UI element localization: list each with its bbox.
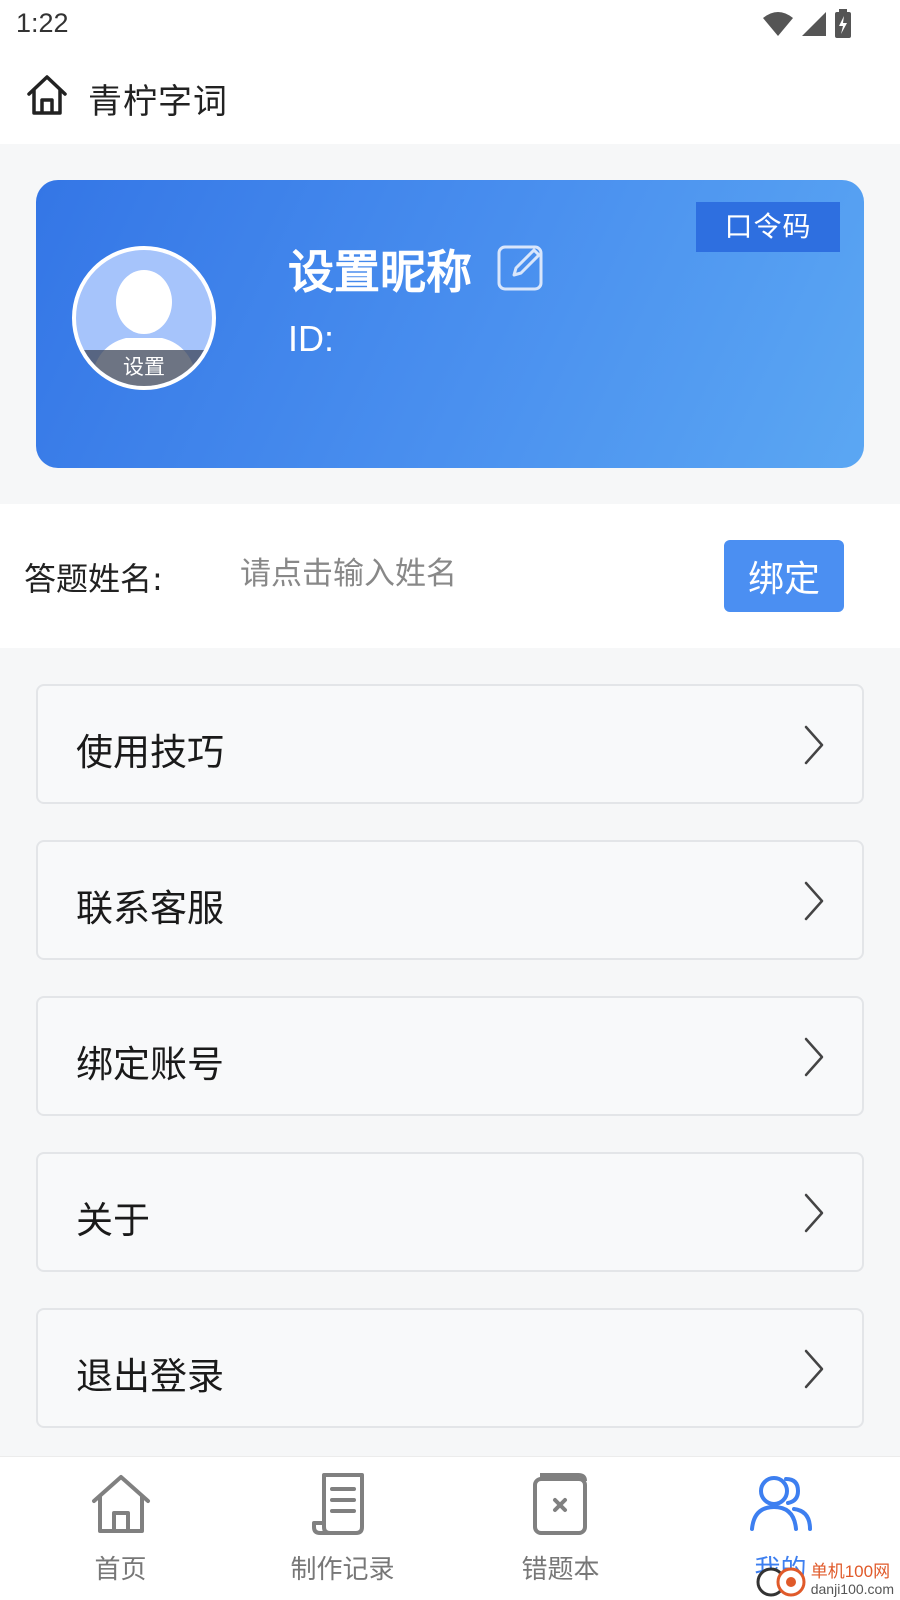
nav-label: 制作记录 bbox=[290, 1555, 395, 1585]
code-button[interactable]: 口令码 bbox=[696, 202, 840, 252]
avatar[interactable]: 设置 bbox=[72, 246, 216, 390]
user-id: ID: bbox=[288, 318, 335, 359]
home-icon[interactable] bbox=[24, 72, 70, 118]
profile-section: 设置 设置昵称 ID: 口令码 bbox=[0, 144, 900, 504]
bind-name-label: 答题姓名: bbox=[24, 560, 163, 598]
notebook-icon bbox=[533, 1473, 587, 1535]
nav-item-home[interactable]: 首页 bbox=[8, 1457, 233, 1600]
app-header: 青柠字词 bbox=[0, 50, 900, 144]
home-icon bbox=[92, 1475, 150, 1533]
menu-item-label: 使用技巧 bbox=[76, 731, 224, 774]
avatar-label: 设置 bbox=[76, 350, 212, 386]
edit-icon[interactable] bbox=[496, 242, 546, 292]
menu-item-logout[interactable]: 退出登录 bbox=[36, 1308, 864, 1428]
profile-card: 设置 设置昵称 ID: 口令码 bbox=[36, 180, 864, 468]
menu-item-label: 联系客服 bbox=[76, 887, 224, 930]
nav-label: 首页 bbox=[94, 1555, 147, 1585]
watermark-line-1: 单机100网 bbox=[810, 1562, 891, 1581]
nickname[interactable]: 设置昵称 bbox=[288, 236, 472, 302]
nav-item-mistakes[interactable]: 错题本 bbox=[448, 1457, 673, 1600]
chevron-right-icon bbox=[804, 725, 824, 765]
menu-item-label: 绑定账号 bbox=[76, 1043, 224, 1086]
chevron-right-icon bbox=[804, 1037, 824, 1077]
chevron-right-icon bbox=[804, 1193, 824, 1233]
app-title: 青柠字词 bbox=[88, 82, 228, 122]
menu-item-label: 关于 bbox=[76, 1199, 150, 1242]
watermark-line-2: danji100.com bbox=[810, 1581, 894, 1597]
status-time: 1:22 bbox=[16, 8, 69, 38]
menu-item-contact[interactable]: 联系客服 bbox=[36, 840, 864, 960]
watermark-text: 单机100网 danji100.com bbox=[810, 1562, 894, 1598]
chevron-right-icon bbox=[804, 1349, 824, 1389]
bind-row: 答题姓名: 绑定 bbox=[0, 504, 900, 648]
status-bar: 1:22 bbox=[0, 0, 900, 50]
battery-charging-icon bbox=[835, 9, 851, 38]
menu-item-bind-account[interactable]: 绑定账号 bbox=[36, 996, 864, 1116]
users-icon bbox=[750, 1476, 812, 1531]
chevron-right-icon bbox=[804, 881, 824, 921]
status-icons bbox=[762, 8, 852, 40]
nav-item-records[interactable]: 制作记录 bbox=[230, 1457, 455, 1600]
wifi-icon bbox=[763, 12, 793, 36]
signal-icon bbox=[802, 12, 826, 36]
menu-list: 使用技巧 联系客服 绑定账号 关于 退出登录 bbox=[36, 684, 864, 1464]
menu-item-label: 退出登录 bbox=[76, 1355, 224, 1398]
bind-button[interactable]: 绑定 bbox=[724, 540, 844, 612]
menu-item-about[interactable]: 关于 bbox=[36, 1152, 864, 1272]
document-icon bbox=[312, 1473, 364, 1535]
watermark: 单机100网 danji100.com bbox=[755, 1560, 894, 1600]
name-input[interactable] bbox=[240, 544, 680, 604]
menu-item-tips[interactable]: 使用技巧 bbox=[36, 684, 864, 804]
nav-label: 错题本 bbox=[521, 1555, 600, 1585]
watermark-logo-icon bbox=[756, 1567, 806, 1597]
